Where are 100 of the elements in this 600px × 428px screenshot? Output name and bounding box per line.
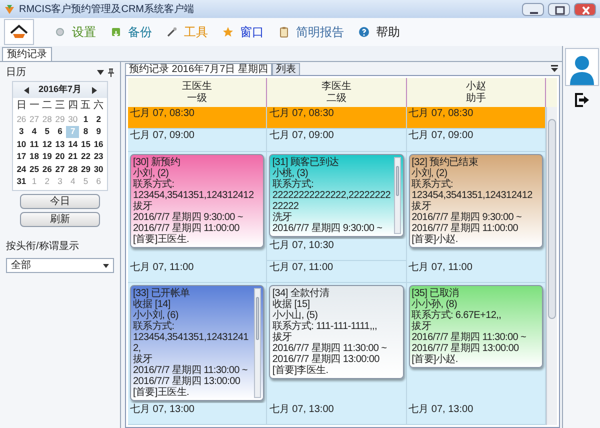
- calendar-day[interactable]: 15: [79, 138, 92, 150]
- appointment-text: 小小孙, (8): [412, 298, 458, 310]
- time-slot[interactable]: 七月 07, 10:30: [267, 238, 406, 260]
- time-label: 七月 07, 11:00: [269, 262, 334, 274]
- calendar-day[interactable]: 2: [92, 113, 105, 126]
- appointment-text: [首要]王医生.: [133, 386, 190, 398]
- calendar-day[interactable]: 23: [92, 150, 105, 163]
- appointment-text: 收据 [15]: [272, 298, 311, 310]
- time-slot[interactable]: 七月 07, 13:00: [406, 402, 545, 425]
- logo-icon[interactable]: [4, 19, 34, 45]
- calendar-day[interactable]: 6: [54, 126, 66, 138]
- toolbar-button[interactable]: 帮助: [374, 23, 402, 41]
- time-slot[interactable]: 七月 07, 08:30: [406, 107, 545, 130]
- calendar-day[interactable]: 30: [92, 163, 105, 176]
- appointment-card[interactable]: [34] 全款付清 收据 [15] 小小山, (5) 联系方式: 111-111-1111,,, 拔牙 2016/7/7 星期四 11:30:00 ~ 2016/7/7 星期四 13:00:00 [首要]李医生.: [269, 284, 404, 379]
- appointment-text: 联系方式: 6.67E+12,,: [412, 310, 502, 321]
- user-button[interactable]: [564, 48, 598, 86]
- weekday-label: 五: [80, 99, 92, 113]
- time-slot[interactable]: 七月 07, 09:00: [267, 129, 406, 152]
- scrollbar[interactable]: [394, 156, 401, 234]
- panel-title: 日历: [6, 66, 27, 80]
- appointment-text: [35] 已取消: [412, 288, 460, 299]
- filter-dropdown[interactable]: 全部: [6, 258, 114, 273]
- time-slot[interactable]: 七月 07, 09:00: [406, 129, 545, 152]
- toolbar-button[interactable]: 窗口: [238, 23, 266, 41]
- calendar-day[interactable]: 28: [66, 163, 80, 176]
- calendar-day[interactable]: 27: [54, 163, 66, 176]
- time-label: 七月 07, 11:00: [130, 262, 195, 274]
- scrollbar[interactable]: [254, 288, 262, 398]
- calendar-day[interactable]: 24: [15, 163, 28, 176]
- calendar-day[interactable]: 17: [15, 150, 28, 163]
- appointment-text: 2016/7/7 星期四 9:30:00 ~: [272, 222, 384, 234]
- time-label: 七月 07, 10:30: [269, 240, 335, 252]
- time-slot[interactable]: 七月 07, 11:00: [128, 260, 266, 283]
- calendar-day[interactable]: 29: [79, 163, 92, 176]
- tab[interactable]: 预约记录: [2, 47, 52, 61]
- close-button[interactable]: [574, 2, 596, 16]
- calendar-day[interactable]: 14: [66, 138, 80, 150]
- tab[interactable]: 列表: [272, 63, 300, 75]
- appointment-text: 小小山, (5): [272, 310, 319, 321]
- appointment-text: 洗牙: [272, 212, 293, 222]
- appointment-card[interactable]: [31] 顾客已到达 小桃, (3) 联系方式: 22222222222222,2222222222222 洗牙 2016/7/7 星期四 9:30:00 ~: [269, 154, 404, 236]
- time-slot[interactable]: 七月 07, 11:00: [267, 260, 406, 283]
- appointment-text: 小刘, (2): [412, 168, 448, 178]
- appointment-card[interactable]: [30] 新预约 小刘, (2) 联系方式: 123454,3541351,124312412 拔牙 2016/7/7 星期四 9:30:00 ~ 2016/7/7 星期四 11:00:00 [首要]王医生.: [130, 154, 264, 248]
- minimize-button[interactable]: [522, 2, 544, 16]
- time-slot[interactable]: 七月 07, 08:30: [128, 107, 266, 130]
- scrollbar[interactable]: [546, 107, 557, 425]
- toolbar-button[interactable]: 简明报告: [294, 23, 346, 41]
- toolbar-button[interactable]: 备份: [126, 23, 154, 41]
- doctor-name: 小赵: [466, 80, 486, 92]
- appointment-text: 123454,3541351,124312412,: [133, 332, 250, 354]
- time-slot[interactable]: 七月 07, 13:00: [267, 402, 406, 425]
- appointment-text: 收据 [14]: [133, 298, 172, 310]
- calendar-day[interactable]: 5: [40, 126, 54, 138]
- calendar-day[interactable]: 3: [15, 126, 28, 138]
- calendar-day[interactable]: 13: [54, 138, 66, 150]
- calendar-day[interactable]: 8: [79, 126, 92, 138]
- calendar-day[interactable]: 21: [66, 150, 80, 163]
- calendar-day[interactable]: 16: [92, 138, 105, 150]
- calendar-day[interactable]: 25: [28, 163, 41, 176]
- appointment-text: 2016/7/7 星期四 9:30:00 ~ 2016/7/7 星期四 11:00:00: [412, 212, 523, 234]
- time-slot[interactable]: 七月 07, 08:30: [267, 107, 406, 130]
- appointment-text: [首要]王医生.: [133, 234, 190, 244]
- calendar-day[interactable]: 4: [28, 126, 41, 138]
- appointment-card[interactable]: [32] 预约已结束 小刘, (2) 联系方式: 123454,3541351,124312412 拔牙 2016/7/7 星期四 9:30:00 ~ 2016/7/7 星期四 11:00:00 [首要]小赵.: [408, 154, 543, 248]
- calendar-day[interactable]: 9: [92, 126, 105, 138]
- time-slot[interactable]: 七月 07, 09:00: [128, 129, 266, 152]
- calendar-day[interactable]: 12: [40, 138, 54, 150]
- appointment-text: 123454,3541351,124312412: [133, 190, 255, 200]
- weekday-label: 四: [66, 99, 79, 113]
- time-slot[interactable]: 七月 07, 13:00: [128, 402, 266, 425]
- calendar-day[interactable]: 26: [40, 163, 54, 176]
- action-button[interactable]: 今日: [20, 194, 100, 209]
- exit-icon: [574, 92, 590, 108]
- appointment-text: 2016/7/7 星期四 11:30:00 ~ 2016/7/7 星期四 13:00:00: [272, 342, 388, 365]
- weekday-label: 日: [15, 99, 28, 113]
- appointment-text: [33] 已开帐单: [133, 288, 191, 299]
- appointment-card[interactable]: [35] 已取消 小小孙, (8) 联系方式: 6.67E+12,, 拔牙 2016/7/7 星期四 11:30:00 ~ 2016/7/7 星期四 13:00:00 [首要]小赵.: [408, 284, 543, 368]
- calendar-day[interactable]: 19: [40, 150, 54, 163]
- calendar-day[interactable]: 10: [15, 138, 28, 150]
- time-label: 七月 07, 08:30: [408, 108, 474, 120]
- time-label: 七月 07, 08:30: [130, 108, 196, 120]
- next-month-button[interactable]: [89, 85, 99, 95]
- calendar-day[interactable]: 20: [54, 150, 66, 163]
- weekday-label: 一: [28, 99, 40, 113]
- tab[interactable]: 预约记录 2016年7月7日 星期四: [125, 63, 272, 75]
- calendar-day[interactable]: 22: [79, 150, 92, 163]
- time-label: 七月 07, 13:00: [130, 404, 196, 416]
- maximize-button[interactable]: [548, 2, 570, 16]
- calendar-day[interactable]: 1: [79, 113, 92, 126]
- time-slot[interactable]: 七月 07, 11:00: [406, 260, 545, 283]
- calendar-day[interactable]: 18: [28, 150, 41, 163]
- toolbar-button[interactable]: 设置: [70, 23, 98, 41]
- maximize-icon: [555, 6, 565, 14]
- calendar-day[interactable]: 31: [15, 176, 28, 188]
- calendar-day[interactable]: 11: [28, 138, 41, 150]
- appointment-card[interactable]: [33] 已开帐单 收据 [14] 小小刘, (6) 联系方式: 123454,3541351,124312412, 拔牙 2016/7/7 星期四 11:30:00 ~ 2016/7/7 星期四 13:00:00 [首要]王医生.: [130, 284, 264, 401]
- action-button[interactable]: 刷新: [20, 212, 100, 227]
- appointment-text: [首要]小赵.: [412, 234, 459, 244]
